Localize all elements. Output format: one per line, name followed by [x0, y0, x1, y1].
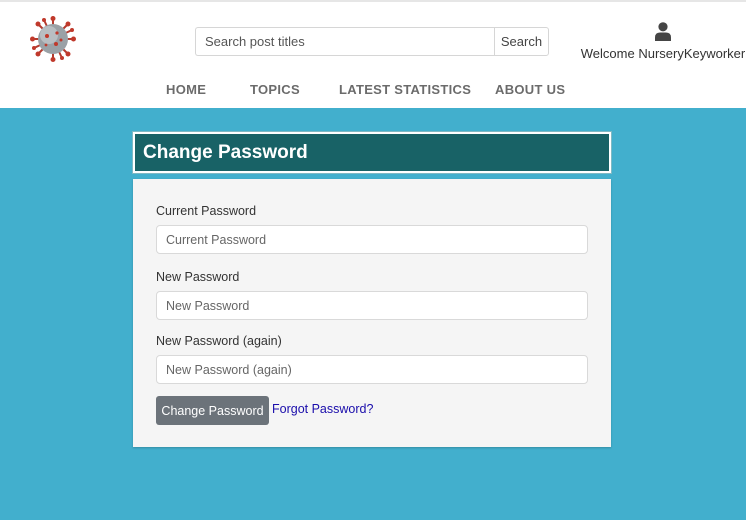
- forgot-password-link[interactable]: Forgot Password?: [272, 402, 373, 416]
- new-password-field[interactable]: [156, 291, 588, 320]
- change-password-button[interactable]: Change Password: [156, 396, 269, 425]
- change-password-form: Current Password New Password New Passwo…: [133, 179, 611, 447]
- search-form: Search: [195, 27, 549, 56]
- page-title: Change Password: [143, 142, 308, 163]
- confirm-password-label: New Password (again): [156, 334, 282, 348]
- nav-item-home[interactable]: HOME: [166, 82, 206, 97]
- main-nav: HOME TOPICS LATEST STATISTICS ABOUT US: [0, 82, 746, 98]
- current-password-field[interactable]: [156, 225, 588, 254]
- form-title-bar: Change Password: [133, 132, 611, 173]
- current-password-label: Current Password: [156, 204, 257, 218]
- welcome-text: Welcome NurseryKeyworker: [580, 46, 746, 61]
- user-menu[interactable]: Welcome NurseryKeyworker: [580, 22, 746, 61]
- search-button[interactable]: Search: [494, 27, 549, 56]
- search-input[interactable]: [195, 27, 494, 56]
- nav-item-latest-statistics[interactable]: LATEST STATISTICS: [339, 82, 471, 97]
- confirm-password-field[interactable]: [156, 355, 588, 384]
- new-password-label: New Password: [156, 270, 240, 284]
- nav-item-topics[interactable]: TOPICS: [250, 82, 300, 97]
- nav-item-about-us[interactable]: ABOUT US: [495, 82, 565, 97]
- user-icon[interactable]: [655, 22, 671, 41]
- site-header: Search Welcome NurseryKeyworker HOME TOP…: [0, 0, 746, 108]
- coronavirus-logo-icon[interactable]: [30, 16, 76, 62]
